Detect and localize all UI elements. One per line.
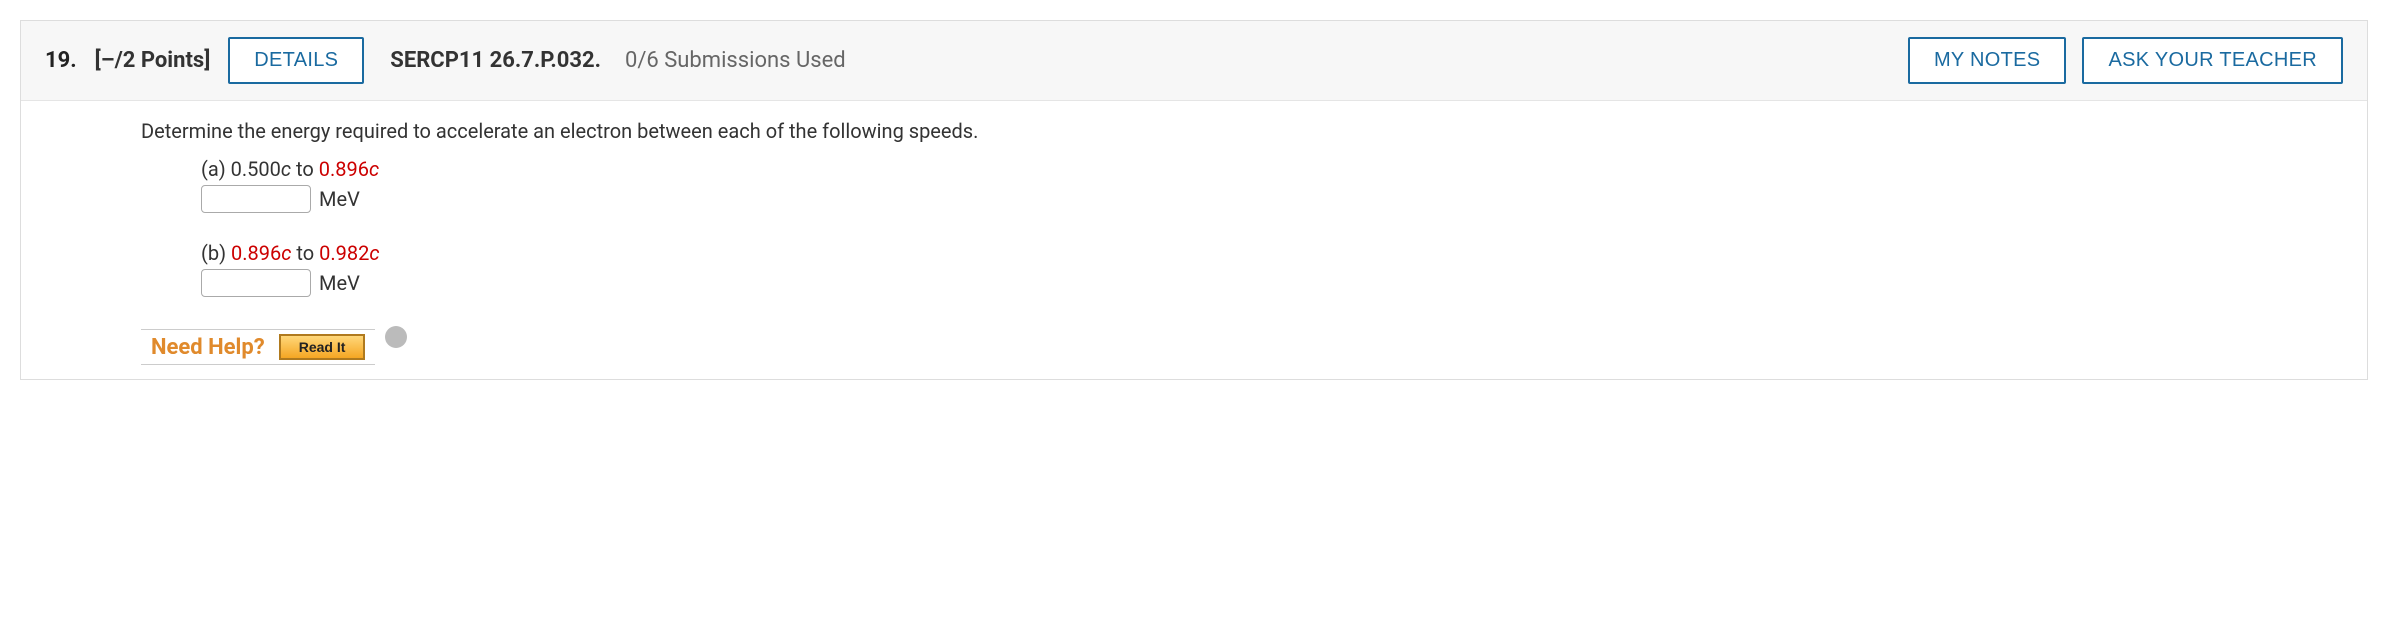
- part-b-to-word: to: [291, 241, 319, 265]
- points-display: [–/2 Points]: [95, 48, 211, 73]
- header-left-group: 19. [–/2 Points] DETAILS SERCP11 26.7.P.…: [45, 37, 846, 84]
- question-prompt: Determine the energy required to acceler…: [141, 119, 2343, 143]
- part-a-from-value: 0.500: [231, 157, 281, 181]
- question-header: 19. [–/2 Points] DETAILS SERCP11 26.7.P.…: [21, 21, 2367, 101]
- part-b-answer-input[interactable]: [201, 269, 311, 297]
- part-a-to-word: to: [291, 157, 319, 181]
- help-row: Need Help? Read It: [141, 329, 375, 365]
- ask-your-teacher-button[interactable]: ASK YOUR TEACHER: [2082, 37, 2343, 84]
- my-notes-button[interactable]: MY NOTES: [1908, 37, 2067, 84]
- header-right-group: MY NOTES ASK YOUR TEACHER: [1908, 37, 2343, 84]
- part-b-label: (b): [201, 241, 231, 265]
- read-it-button[interactable]: Read It: [279, 334, 366, 360]
- part-b-from-value: 0.896: [231, 241, 281, 265]
- submissions-used: 0/6 Submissions Used: [625, 48, 846, 73]
- speed-c-symbol: c: [281, 241, 291, 265]
- part-a-label: (a): [201, 157, 231, 181]
- help-section: Need Help? Read It: [141, 325, 2343, 365]
- part-a-answer-row: MeV: [201, 185, 2343, 213]
- need-help-label: Need Help?: [151, 335, 265, 360]
- part-b: (b) 0.896c to 0.982c MeV: [201, 241, 2343, 297]
- problem-code: SERCP11 26.7.P.032.: [390, 48, 601, 73]
- part-b-unit: MeV: [319, 271, 360, 295]
- details-button[interactable]: DETAILS: [228, 37, 364, 84]
- part-a: (a) 0.500c to 0.896c MeV: [201, 157, 2343, 213]
- part-a-unit: MeV: [319, 187, 360, 211]
- status-dot-icon: [385, 326, 407, 348]
- part-b-to-value: 0.982: [319, 241, 369, 265]
- question-container: 19. [–/2 Points] DETAILS SERCP11 26.7.P.…: [20, 20, 2368, 380]
- speed-c-symbol: c: [369, 157, 379, 181]
- part-a-answer-input[interactable]: [201, 185, 311, 213]
- speed-c-symbol: c: [369, 241, 379, 265]
- part-a-to-value: 0.896: [319, 157, 369, 181]
- question-body: Determine the energy required to acceler…: [21, 101, 2367, 379]
- question-number: 19.: [45, 48, 77, 73]
- speed-c-symbol: c: [281, 157, 291, 181]
- part-b-answer-row: MeV: [201, 269, 2343, 297]
